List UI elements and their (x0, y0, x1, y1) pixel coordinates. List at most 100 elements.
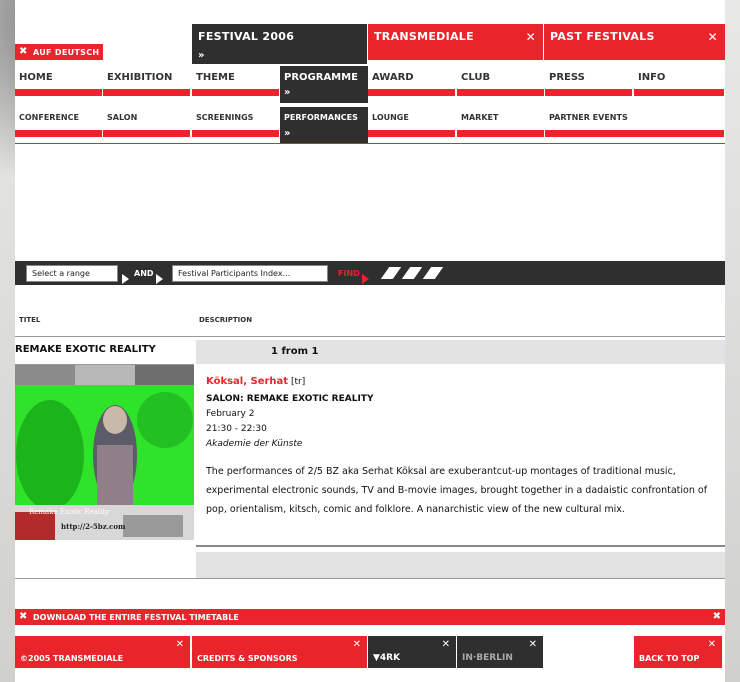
nav-theme-label: THEME (196, 72, 235, 83)
tab-festival-2006-label: FESTIVAL 2006 (198, 30, 295, 43)
lang-switch-label: AUF DEUTSCH (33, 48, 100, 57)
event-image[interactable]: Remake Exotic Reality http://2-5bz.com (15, 365, 194, 540)
event-title: SALON: REMAKE EXOTIC REALITY (206, 394, 374, 404)
subnav-conference-label: CONFERENCE (19, 113, 79, 122)
nav-bar (192, 89, 279, 96)
nav-bar (15, 130, 102, 137)
subnav-conference[interactable]: CONFERENCE (15, 107, 103, 137)
x-pattern-icon: ✕ (707, 30, 718, 44)
nav-bar (192, 130, 279, 137)
nav-bar (545, 130, 724, 137)
partner-logo-2[interactable]: IN·BERLIN ✕ (457, 636, 543, 668)
event-time: 21:30 - 22:30 (206, 424, 267, 434)
chevron-down-icon: » (284, 128, 291, 139)
subnav-salon-label: SALON (107, 113, 138, 122)
x-icon: ✖ (19, 611, 28, 622)
x-pattern-icon: ✕ (175, 639, 184, 650)
event-description: The performances of 2/5 BZ aka Serhat Kö… (206, 466, 708, 515)
pager-text: 1 from 1 (271, 346, 319, 357)
nav-bar (457, 130, 544, 137)
lang-switch[interactable]: ✖ AUF DEUTSCH (15, 44, 103, 60)
x-pattern-icon: ✕ (525, 30, 536, 44)
nav-bar (15, 89, 102, 96)
nav-theme[interactable]: THEME (192, 66, 280, 96)
main-nav: HOME EXHIBITION THEME PROGRAMME » AWARD C… (15, 66, 725, 103)
nav-press-label: PRESS (549, 72, 585, 83)
download-timetable-bar[interactable]: ✖ DOWNLOAD THE ENTIRE FESTIVAL TIMETABLE… (15, 609, 725, 625)
partner-logo-2-label: IN·BERLIN (462, 653, 513, 663)
image-caption: Remake Exotic Reality (29, 508, 110, 516)
subnav-lounge-label: LOUNGE (372, 113, 409, 122)
page: ✖ AUF DEUTSCH FESTIVAL 2006 » TRANSMEDIA… (15, 0, 725, 682)
tab-transmediale-label: TRANSMEDIALE (374, 30, 474, 43)
partner-logo-1[interactable]: ▼4RK ✕ (368, 636, 456, 668)
image-url: http://2-5bz.com (61, 522, 126, 531)
entry-title[interactable]: REMAKE EXOTIC REALITY (15, 344, 156, 355)
subnav-screenings[interactable]: SCREENINGS (192, 107, 280, 137)
tab-past-festivals-label: PAST FESTIVALS (550, 30, 655, 43)
nav-programme-label: PROGRAMME (284, 72, 358, 83)
x-pattern-icon: ✕ (528, 639, 537, 650)
back-to-top-label: BACK TO TOP (639, 654, 700, 663)
subnav-salon[interactable]: SALON (103, 107, 191, 137)
column-header-description: DESCRIPTION (199, 316, 253, 324)
nav-bar (103, 89, 190, 96)
nav-club[interactable]: CLUB (457, 66, 545, 96)
stripe-decoration (380, 267, 402, 279)
nav-press[interactable]: PRESS (545, 66, 633, 96)
copyright-link[interactable]: ©2005 TRANSMEDIALE ✕ (15, 636, 190, 668)
nav-info-label: INFO (638, 72, 666, 83)
x-pattern-icon: ✕ (441, 639, 450, 650)
nav-exhibition[interactable]: EXHIBITION (103, 66, 191, 96)
tab-transmediale[interactable]: TRANSMEDIALE ✕ (368, 24, 543, 60)
nav-info[interactable]: INFO (634, 66, 725, 96)
nav-bar (457, 89, 544, 96)
nav-bar (103, 130, 190, 137)
x-pattern-icon: ✕ (707, 639, 716, 650)
subnav-performances[interactable]: PERFORMANCES » (280, 107, 368, 144)
tab-festival-2006[interactable]: FESTIVAL 2006 » (192, 24, 367, 64)
subnav-market[interactable]: MARKET (457, 107, 545, 137)
column-header-title: TITEL (19, 316, 41, 324)
subnav-partner-events[interactable]: PARTNER EVENTS (545, 107, 725, 137)
nav-bar (545, 89, 632, 96)
list-title-row: REMAKE EXOTIC REALITY 1 from 1 (15, 340, 725, 364)
participants-index-select[interactable]: Festival Participants Index... (172, 265, 328, 282)
subnav-lounge[interactable]: LOUNGE (368, 107, 456, 137)
nav-bar (634, 89, 724, 96)
range-select[interactable]: Select a range (26, 265, 118, 282)
partner-logo-1-label: ▼4RK (373, 653, 401, 663)
nav-home[interactable]: HOME (15, 66, 103, 96)
x-icon: ✖ (712, 611, 721, 622)
nav-club-label: CLUB (461, 72, 491, 83)
subnav-performances-label: PERFORMANCES (284, 113, 358, 122)
arrow-right-icon (156, 268, 163, 287)
nav-award[interactable]: AWARD (368, 66, 456, 96)
credits-sponsors-link[interactable]: CREDITS & SPONSORS ✕ (192, 636, 367, 668)
subnav-partner-events-label: PARTNER EVENTS (549, 113, 628, 122)
footer-panel (196, 552, 725, 578)
and-label: AND (134, 269, 154, 278)
header-bar: ✖ AUF DEUTSCH FESTIVAL 2006 » TRANSMEDIA… (15, 24, 725, 64)
search-bar: Select a range AND Festival Participants… (15, 261, 725, 285)
chevron-down-icon: » (198, 50, 205, 61)
nav-bar (368, 89, 455, 96)
divider (196, 545, 725, 547)
nav-home-label: HOME (19, 72, 53, 83)
stripe-decoration (401, 267, 423, 279)
artist-name[interactable]: Köksal, Serhat (206, 376, 288, 387)
tab-past-festivals[interactable]: PAST FESTIVALS ✕ (544, 24, 725, 60)
nav-award-label: AWARD (372, 72, 414, 83)
nav-programme[interactable]: PROGRAMME » (280, 66, 368, 103)
nav-exhibition-label: EXHIBITION (107, 72, 173, 83)
divider (15, 578, 725, 579)
download-timetable-label: DOWNLOAD THE ENTIRE FESTIVAL TIMETABLE (33, 613, 239, 622)
event-date: February 2 (206, 409, 255, 419)
arrow-right-icon (362, 268, 369, 287)
find-button[interactable]: FIND (338, 269, 360, 278)
subnav-screenings-label: SCREENINGS (196, 113, 254, 122)
credits-sponsors-label: CREDITS & SPONSORS (197, 654, 298, 663)
back-to-top-button[interactable]: BACK TO TOP ✕ (634, 636, 722, 668)
sub-nav: CONFERENCE SALON SCREENINGS PERFORMANCES… (15, 107, 725, 144)
event-detail: Köksal, Serhat [tr] SALON: REMAKE EXOTIC… (206, 374, 718, 519)
